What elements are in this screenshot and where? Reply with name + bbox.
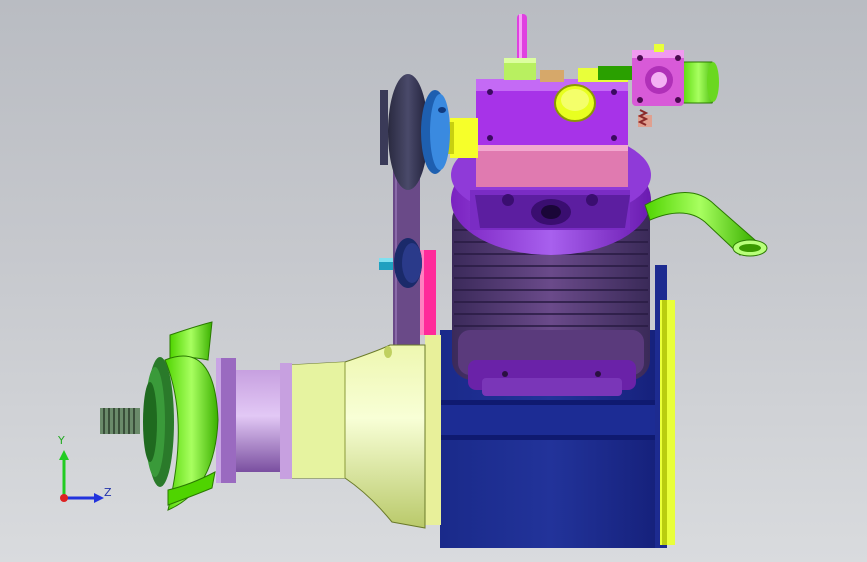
fuel-nipple[interactable] xyxy=(504,14,536,80)
triad-axes xyxy=(59,450,104,503)
drive-housing-cone[interactable] xyxy=(289,344,426,529)
engine-3d-model[interactable] xyxy=(0,0,867,562)
prop-hub[interactable] xyxy=(216,358,292,483)
belt-pulley-lower[interactable] xyxy=(379,238,422,288)
z-axis-arrow xyxy=(94,493,104,503)
orientation-triad: Y Z xyxy=(46,434,116,510)
exhaust-pipe[interactable] xyxy=(644,192,768,257)
y-axis-arrow xyxy=(59,450,69,460)
propeller[interactable] xyxy=(143,321,219,511)
prop-shaft-thread[interactable] xyxy=(100,408,140,434)
belt-pulley-upper[interactable] xyxy=(380,74,450,190)
y-axis-label: Y xyxy=(58,434,65,447)
carburetor[interactable] xyxy=(446,68,652,187)
z-axis-label: Z xyxy=(104,486,112,499)
x-axis-dot xyxy=(60,494,68,502)
cad-viewport[interactable]: Y Z xyxy=(0,0,867,562)
